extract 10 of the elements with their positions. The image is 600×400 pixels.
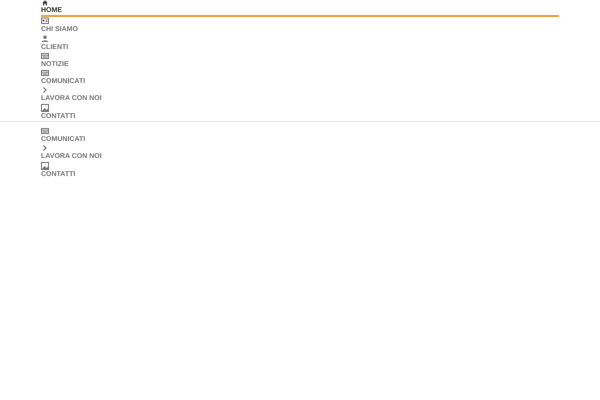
chevron-right-icon bbox=[41, 144, 49, 152]
user-icon bbox=[41, 34, 49, 43]
id-card-icon bbox=[41, 17, 49, 26]
image-icon bbox=[41, 162, 49, 170]
card-icon bbox=[41, 69, 49, 78]
home-icon bbox=[41, 0, 49, 6]
card-icon bbox=[41, 52, 49, 60]
chevron-right-icon bbox=[41, 86, 49, 94]
image-icon bbox=[41, 104, 49, 112]
card-icon bbox=[41, 127, 49, 135]
